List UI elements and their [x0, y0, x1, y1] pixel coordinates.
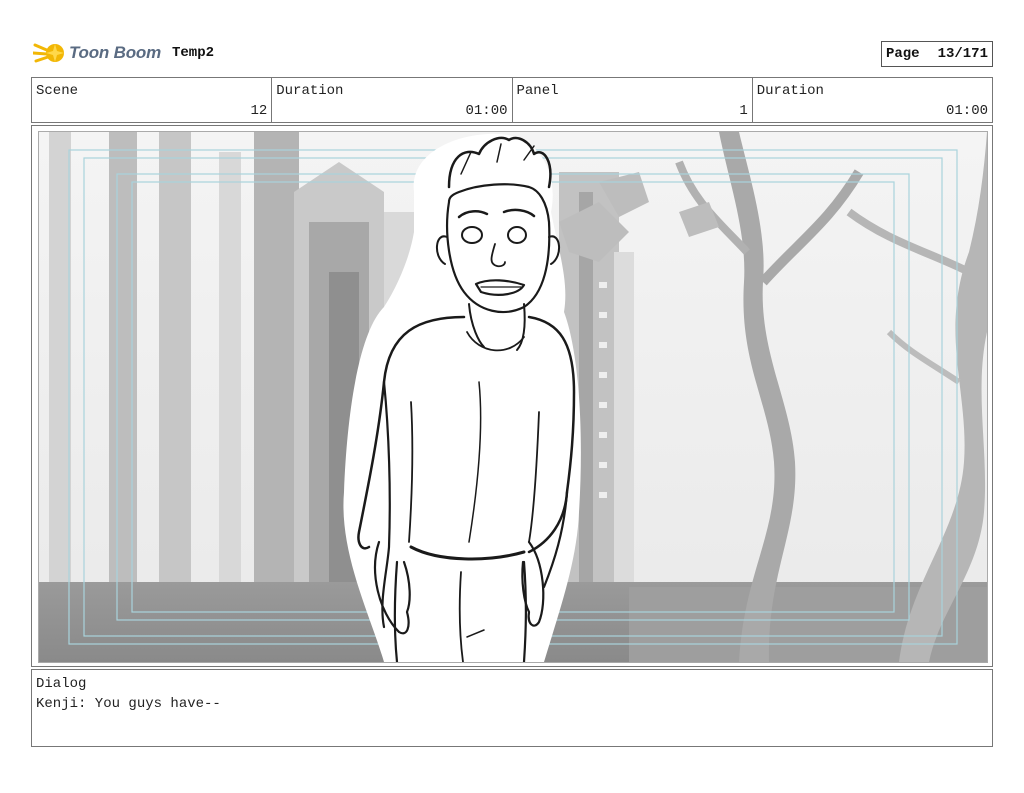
pillar: [254, 132, 299, 582]
panel-label: Panel: [516, 83, 559, 99]
scene-duration-value: 01:00: [465, 103, 508, 119]
storyboard-header: Toon Boom Temp2 Page 13/171: [31, 38, 993, 68]
dialog-label: Dialog: [36, 676, 87, 692]
dialog-text: Kenji: You guys have--: [36, 696, 221, 712]
panel-duration-label: Duration: [756, 83, 824, 99]
pillar: [49, 132, 71, 582]
scene-cell: Scene 12: [32, 78, 273, 122]
scene-duration-cell: Duration 01:00: [272, 78, 513, 122]
scene-info-row: Scene 12 Duration 01:00 Panel 1 Duration…: [31, 77, 993, 123]
pillar: [159, 132, 191, 582]
logo-text: Toon Boom: [69, 43, 161, 62]
scene-duration-label: Duration: [276, 83, 344, 99]
toon-boom-star-icon: [33, 43, 64, 63]
panel-duration-cell: Duration 01:00: [753, 78, 992, 122]
pillar: [219, 152, 241, 582]
project-title: Temp2: [172, 45, 215, 61]
storyboard-sketch-icon: [39, 132, 987, 662]
scene-value: 12: [250, 103, 268, 119]
storyboard-panel-image: [38, 131, 988, 663]
panel-value: 1: [739, 103, 748, 119]
page-label: Page: [885, 46, 920, 62]
panel-frame: [31, 125, 993, 667]
scene-label: Scene: [36, 83, 79, 99]
panel-duration-value: 01:00: [945, 103, 988, 119]
page-indicator: Page 13/171: [880, 41, 993, 67]
dialog-box: Dialog Kenji: You guys have--: [31, 669, 993, 747]
page-number: 13/171: [937, 46, 988, 62]
toon-boom-logo: Toon Boom Temp2: [33, 38, 214, 68]
panel-cell: Panel 1: [513, 78, 753, 122]
pillar: [109, 132, 137, 582]
